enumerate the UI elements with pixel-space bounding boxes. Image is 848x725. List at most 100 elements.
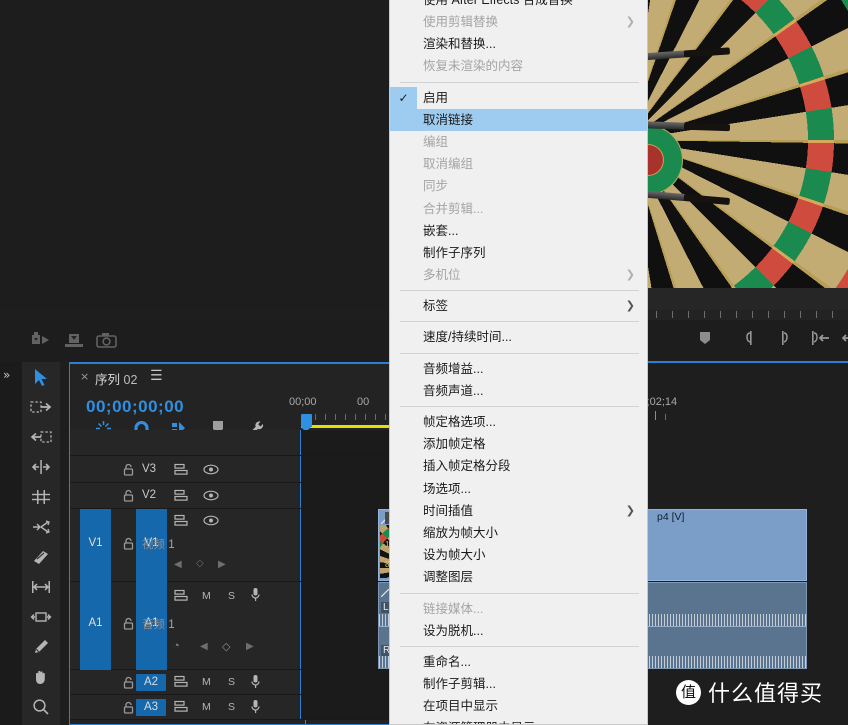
menu-item-11[interactable]: 嵌套... [390, 220, 647, 242]
zoom-tool[interactable] [22, 692, 60, 722]
menu-item-12[interactable]: 制作子序列 [390, 242, 647, 264]
keyframe-type-icon-a1[interactable]: ◔ [173, 640, 180, 652]
go-to-out-icon[interactable] [841, 330, 848, 351]
menu-item-7: 编组 [390, 131, 647, 153]
toggle-track-output-icon-v1[interactable] [174, 514, 189, 530]
menu-item-24[interactable]: 插入帧定格分段 [390, 455, 647, 477]
toggle-track-output-icon-a3[interactable] [174, 700, 189, 716]
marker-icon[interactable] [698, 330, 712, 351]
track-name-a2[interactable]: A2 [136, 674, 166, 691]
menu-item-19[interactable]: 音频增益... [390, 358, 647, 380]
menu-item-0[interactable]: 使用 After Effects 合成替换 [390, 0, 647, 11]
menu-separator [400, 406, 639, 407]
menu-item-15[interactable]: 标签 ❯ [390, 295, 647, 317]
chevron-right-icon: ❯ [625, 268, 635, 282]
pen-tool[interactable] [22, 632, 60, 662]
menu-item-6[interactable]: 取消链接 [390, 108, 647, 131]
video-preview-dartboard [648, 0, 848, 288]
menu-item-label: 设为脱机... [423, 623, 484, 638]
menu-item-35[interactable]: 制作子剪辑... [390, 673, 647, 695]
menu-item-34[interactable]: 重命名... [390, 651, 647, 673]
lock-icon-v2[interactable] [123, 489, 134, 505]
menu-item-28[interactable]: 设为帧大小 [390, 544, 647, 566]
lock-icon-a1[interactable] [123, 617, 134, 633]
expand-panels-chevron-icon[interactable]: » [3, 368, 10, 382]
menu-item-22[interactable]: 帧定格选项... [390, 411, 647, 433]
menu-item-32[interactable]: 设为脱机... [390, 620, 647, 642]
clip-context-menu[interactable]: 使用 After Effects 合成替换 使用剪辑替换 ❯ 渲染和替换... 恢复未渲… [389, 0, 648, 725]
menu-item-26[interactable]: 时间插值 ❯ [390, 500, 647, 522]
mic-icon-a3[interactable] [250, 699, 261, 717]
mic-icon-a1[interactable] [250, 587, 261, 605]
ripple-edit-tool[interactable] [22, 452, 60, 482]
export-frame-icon[interactable] [28, 328, 54, 352]
menu-item-label: 设为帧大小 [423, 548, 486, 563]
next-keyframe-icon-a1[interactable]: ▶ [246, 641, 254, 652]
toggle-track-output-icon-a1[interactable] [174, 589, 189, 605]
close-icon[interactable]: × [80, 370, 89, 383]
selection-tool[interactable] [22, 362, 60, 392]
toggle-track-output-icon-v2[interactable] [174, 489, 189, 505]
add-keyframe-icon-v1[interactable]: ◇ [196, 558, 204, 569]
next-keyframe-icon-v1[interactable]: ▶ [218, 559, 226, 570]
menu-item-25[interactable]: 场选项... [390, 478, 647, 500]
lift-icon[interactable] [61, 328, 87, 352]
go-to-in-icon[interactable] [810, 330, 832, 351]
lock-icon-v1[interactable] [123, 537, 134, 553]
solo-track-button-a1[interactable]: S [228, 590, 235, 602]
menu-item-label: 时间插值 [423, 503, 474, 518]
playhead-handle[interactable] [301, 414, 312, 432]
mute-track-button-a1[interactable]: M [202, 590, 211, 602]
lock-icon-a2[interactable] [123, 676, 134, 692]
menu-item-label: 缩放为帧大小 [423, 525, 499, 540]
menu-item-8: 取消编组 [390, 153, 647, 175]
prev-keyframe-icon-v1[interactable]: ◀ [174, 559, 182, 570]
eye-icon-v3[interactable] [203, 464, 219, 478]
watermark: 值 什么值得买 [676, 676, 823, 708]
menu-item-37[interactable]: 在资源管理器中显示... [390, 717, 647, 724]
track-name-v3[interactable]: V3 [142, 463, 156, 475]
eye-icon-v2[interactable] [203, 490, 219, 504]
prev-keyframe-icon-a1[interactable]: ◀ [200, 641, 208, 652]
menu-item-label: 在资源管理器中显示... [423, 721, 546, 724]
eye-icon-v1[interactable] [203, 515, 219, 529]
toggle-track-output-icon-v3[interactable] [174, 463, 189, 479]
chevron-right-icon: ❯ [625, 299, 635, 313]
track-name-v2[interactable]: V2 [142, 489, 156, 501]
rate-stretch-tool[interactable] [22, 512, 60, 542]
menu-item-36[interactable]: 在项目中显示 [390, 695, 647, 717]
mute-track-button-a3[interactable]: M [202, 701, 211, 713]
camera-icon[interactable] [94, 328, 120, 352]
mark-out-icon[interactable] [776, 330, 790, 351]
mic-icon-a2[interactable] [250, 674, 261, 692]
toggle-track-output-icon-a2[interactable] [174, 675, 189, 691]
razor-tool[interactable] [22, 542, 60, 572]
solo-track-button-a2[interactable]: S [228, 676, 235, 688]
menu-item-2[interactable]: 渲染和替换... [390, 33, 647, 55]
track-type-num-v1: 1 [168, 539, 175, 551]
menu-item-27[interactable]: 缩放为帧大小 [390, 522, 647, 544]
track-select-forward-tool[interactable] [22, 392, 60, 422]
menu-separator [400, 592, 639, 594]
menu-item-29[interactable]: 调整图层 [390, 566, 647, 588]
menu-item-23[interactable]: 添加帧定格 [390, 433, 647, 455]
monitor-ruler-right[interactable] [648, 310, 848, 320]
rolling-edit-tool[interactable] [22, 482, 60, 512]
solo-track-button-a3[interactable]: S [228, 701, 235, 713]
lock-icon-v3[interactable] [123, 463, 134, 479]
timeline-timecode[interactable]: 00;00;00;00 [86, 397, 184, 417]
slip-tool[interactable] [22, 572, 60, 602]
lock-icon-a3[interactable] [123, 701, 134, 717]
mute-track-button-a2[interactable]: M [202, 676, 211, 688]
track-name-a3[interactable]: A3 [136, 699, 166, 716]
slide-tool[interactable] [22, 602, 60, 632]
panel-menu-icon[interactable]: ☰ [150, 368, 163, 384]
menu-item-17[interactable]: 速度/持续时间... [390, 326, 647, 348]
hand-tool[interactable] [22, 662, 60, 692]
menu-item-5[interactable]: ✓ 启用 [390, 86, 647, 109]
track-select-backward-tool[interactable] [22, 422, 60, 452]
mark-in-icon[interactable] [744, 330, 758, 351]
menu-item-20[interactable]: 音频声道... [390, 380, 647, 402]
watermark-badge: 值 [676, 679, 701, 705]
add-keyframe-icon-a1[interactable]: ◇ [222, 640, 230, 653]
